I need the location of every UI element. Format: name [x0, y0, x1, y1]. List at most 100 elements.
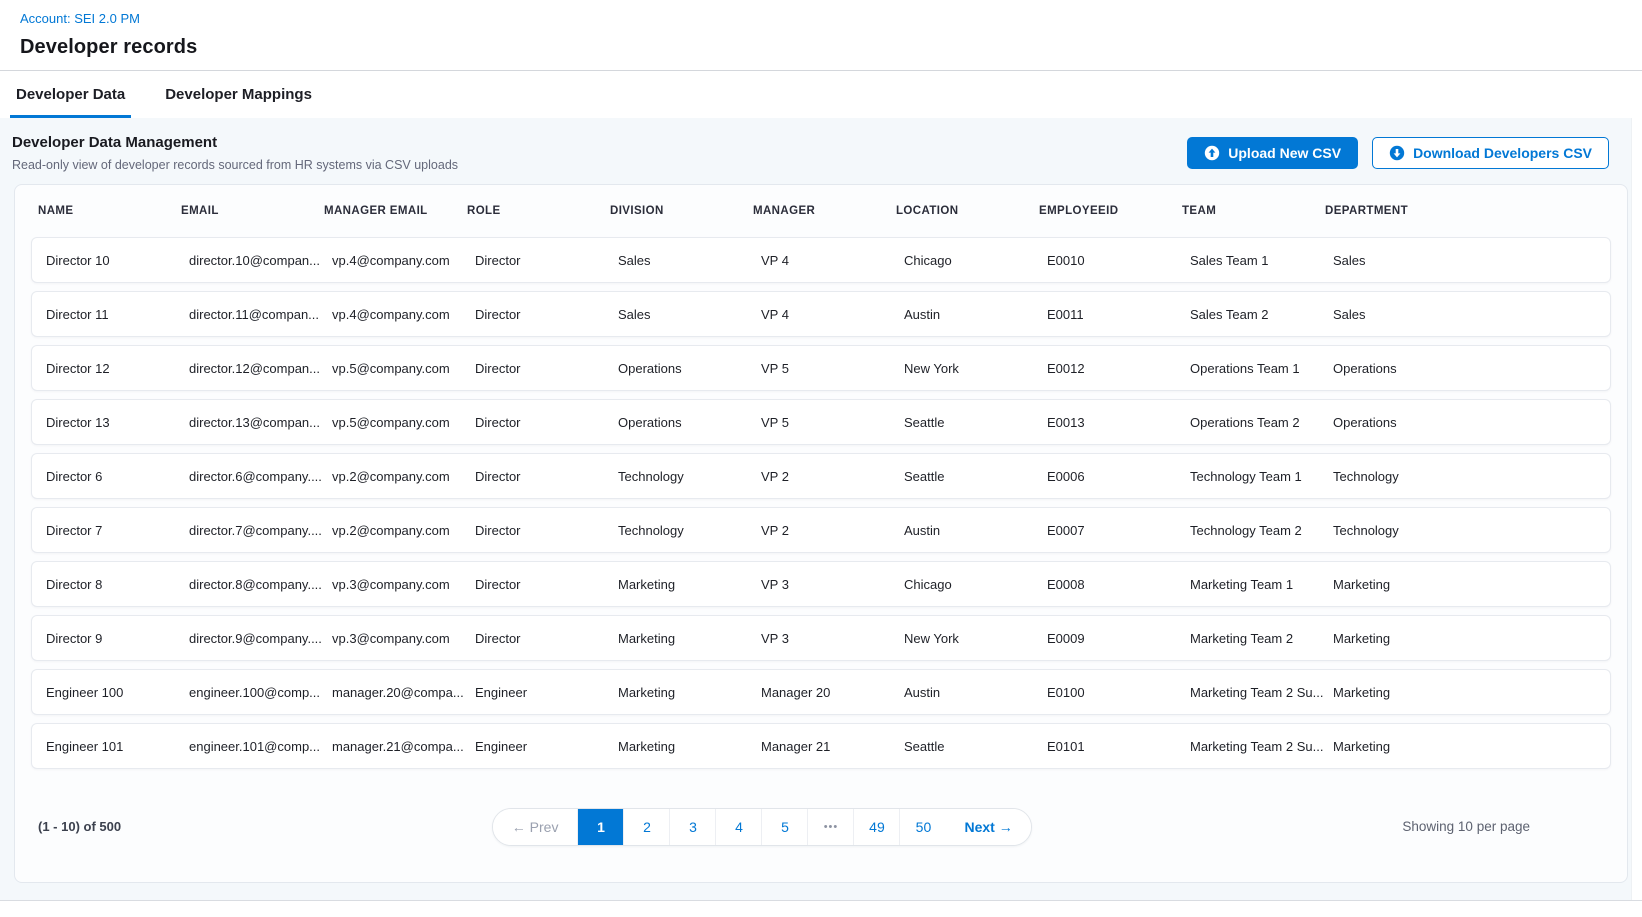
table-cell: Operations Team 2 — [1190, 415, 1333, 430]
table-row[interactable]: Engineer 101engineer.101@comp...manager.… — [31, 723, 1611, 769]
table-cell: Director 13 — [46, 415, 189, 430]
table-cell: New York — [904, 631, 1047, 646]
upload-button-label: Upload New CSV — [1228, 145, 1341, 161]
table-row[interactable]: Director 12director.12@compan...vp.5@com… — [31, 345, 1611, 391]
account-link[interactable]: Account: SEI 2.0 PM — [20, 11, 140, 26]
table-row[interactable]: Engineer 100engineer.100@comp...manager.… — [31, 669, 1611, 715]
pagination-prev-button[interactable]: ← Prev — [493, 809, 579, 845]
table-row[interactable]: Director 9director.9@company....vp.3@com… — [31, 615, 1611, 661]
table-row[interactable]: Director 8director.8@company....vp.3@com… — [31, 561, 1611, 607]
table-cell: vp.3@company.com — [332, 631, 475, 646]
table-cell: Technology — [618, 469, 761, 484]
table-cell: Director — [475, 577, 618, 592]
table-cell: engineer.101@comp... — [189, 739, 332, 754]
table-cell: Marketing Team 2 Su... — [1190, 739, 1333, 754]
download-circle-icon — [1389, 145, 1405, 161]
table-cell: Engineer — [475, 739, 618, 754]
table-cell: vp.3@company.com — [332, 577, 475, 592]
table-cell: Director 10 — [46, 253, 189, 268]
table-cell: manager.20@compa... — [332, 685, 475, 700]
table-cell: Director 12 — [46, 361, 189, 376]
table-row[interactable]: Director 7director.7@company....vp.2@com… — [31, 507, 1611, 553]
table-row[interactable]: Director 13director.13@compan...vp.5@com… — [31, 399, 1611, 445]
pagination-page-49[interactable]: 49 — [854, 809, 900, 845]
pagination-next-button[interactable]: Next → — [946, 809, 1030, 845]
table-cell: Sales Team 2 — [1190, 307, 1333, 322]
table-cell: Seattle — [904, 415, 1047, 430]
table-cell: Director — [475, 253, 618, 268]
column-header: MANAGER EMAIL — [324, 205, 467, 217]
table-cell: VP 3 — [761, 577, 904, 592]
section-header-text: Developer Data Management Read-only view… — [12, 134, 458, 172]
table-cell: Operations — [618, 361, 761, 376]
table-cell: Director — [475, 469, 618, 484]
table-cell: Technology — [1333, 469, 1610, 484]
section-title: Developer Data Management — [12, 134, 458, 151]
table-cell: Marketing Team 2 — [1190, 631, 1333, 646]
table-cell: Marketing — [618, 685, 761, 700]
bottom-strip — [0, 900, 1642, 917]
pagination-page-4[interactable]: 4 — [716, 809, 762, 845]
table-cell: VP 5 — [761, 415, 904, 430]
page: Account: SEI 2.0 PM Developer records De… — [0, 0, 1642, 917]
table-row[interactable]: Director 11director.11@compan...vp.4@com… — [31, 291, 1611, 337]
table-cell: Marketing — [618, 577, 761, 592]
pagination-page-2[interactable]: 2 — [624, 809, 670, 845]
table-cell: Austin — [904, 685, 1047, 700]
table-cell: Engineer — [475, 685, 618, 700]
section-subtitle: Read-only view of developer records sour… — [12, 158, 458, 172]
pagination-page-50[interactable]: 50 — [900, 809, 946, 845]
table-cell: Chicago — [904, 253, 1047, 268]
pagination-page-5[interactable]: 5 — [762, 809, 808, 845]
download-developers-csv-button[interactable]: Download Developers CSV — [1372, 137, 1609, 169]
table-cell: VP 5 — [761, 361, 904, 376]
table-cell: vp.4@company.com — [332, 307, 475, 322]
table-cell: director.6@company.... — [189, 469, 332, 484]
record-range-label: (1 - 10) of 500 — [38, 819, 121, 834]
pager-center: ← Prev 12345•••4950 Next → — [121, 808, 1402, 846]
table-cell: Marketing Team 2 Su... — [1190, 685, 1333, 700]
table-cell: Marketing — [618, 739, 761, 754]
table-cell: New York — [904, 361, 1047, 376]
table-cell: Manager 21 — [761, 739, 904, 754]
tab-developer-mappings[interactable]: Developer Mappings — [159, 71, 318, 118]
table-cell: Director — [475, 361, 618, 376]
table-cell: Technology Team 1 — [1190, 469, 1333, 484]
pagination-page-3[interactable]: 3 — [670, 809, 716, 845]
table-header-row: NAMEEMAILMANAGER EMAILROLEDIVISIONMANAGE… — [15, 185, 1627, 237]
tab-developer-data[interactable]: Developer Data — [10, 71, 131, 118]
table-row[interactable]: Director 6director.6@company....vp.2@com… — [31, 453, 1611, 499]
table-cell: VP 4 — [761, 307, 904, 322]
table-cell: Technology — [1333, 523, 1610, 538]
column-header: DEPARTMENT — [1325, 205, 1627, 217]
table-cell: E0010 — [1047, 253, 1190, 268]
pagination-page-1[interactable]: 1 — [578, 809, 624, 845]
column-header: DIVISION — [610, 205, 753, 217]
table-footer: (1 - 10) of 500 ← Prev 12345•••4950 Next… — [15, 777, 1627, 882]
table-cell: Director 7 — [46, 523, 189, 538]
header-buttons: Upload New CSV Download Developers CSV — [1187, 134, 1619, 169]
table-cell: director.7@company.... — [189, 523, 332, 538]
table-cell: Operations Team 1 — [1190, 361, 1333, 376]
table-cell: Sales — [1333, 253, 1610, 268]
pagination-ellipsis[interactable]: ••• — [808, 809, 854, 845]
page-title: Developer records — [20, 36, 1642, 59]
table-cell: VP 2 — [761, 523, 904, 538]
table-cell: Austin — [904, 307, 1047, 322]
table-cell: E0009 — [1047, 631, 1190, 646]
table-cell: Director 6 — [46, 469, 189, 484]
table-cell: vp.2@company.com — [332, 469, 475, 484]
table-cell: E0007 — [1047, 523, 1190, 538]
column-header: ROLE — [467, 205, 610, 217]
table-cell: Operations — [618, 415, 761, 430]
pagination-pages: 12345•••4950 — [578, 809, 946, 845]
table-cell: Sales — [618, 307, 761, 322]
table-cell: Sales — [618, 253, 761, 268]
table-cell: director.12@compan... — [189, 361, 332, 376]
table-cell: E0013 — [1047, 415, 1190, 430]
upload-new-csv-button[interactable]: Upload New CSV — [1187, 137, 1358, 169]
table-cell: Seattle — [904, 739, 1047, 754]
table-cell: Marketing — [1333, 685, 1610, 700]
table-row[interactable]: Director 10director.10@compan...vp.4@com… — [31, 237, 1611, 283]
table-cell: Seattle — [904, 469, 1047, 484]
